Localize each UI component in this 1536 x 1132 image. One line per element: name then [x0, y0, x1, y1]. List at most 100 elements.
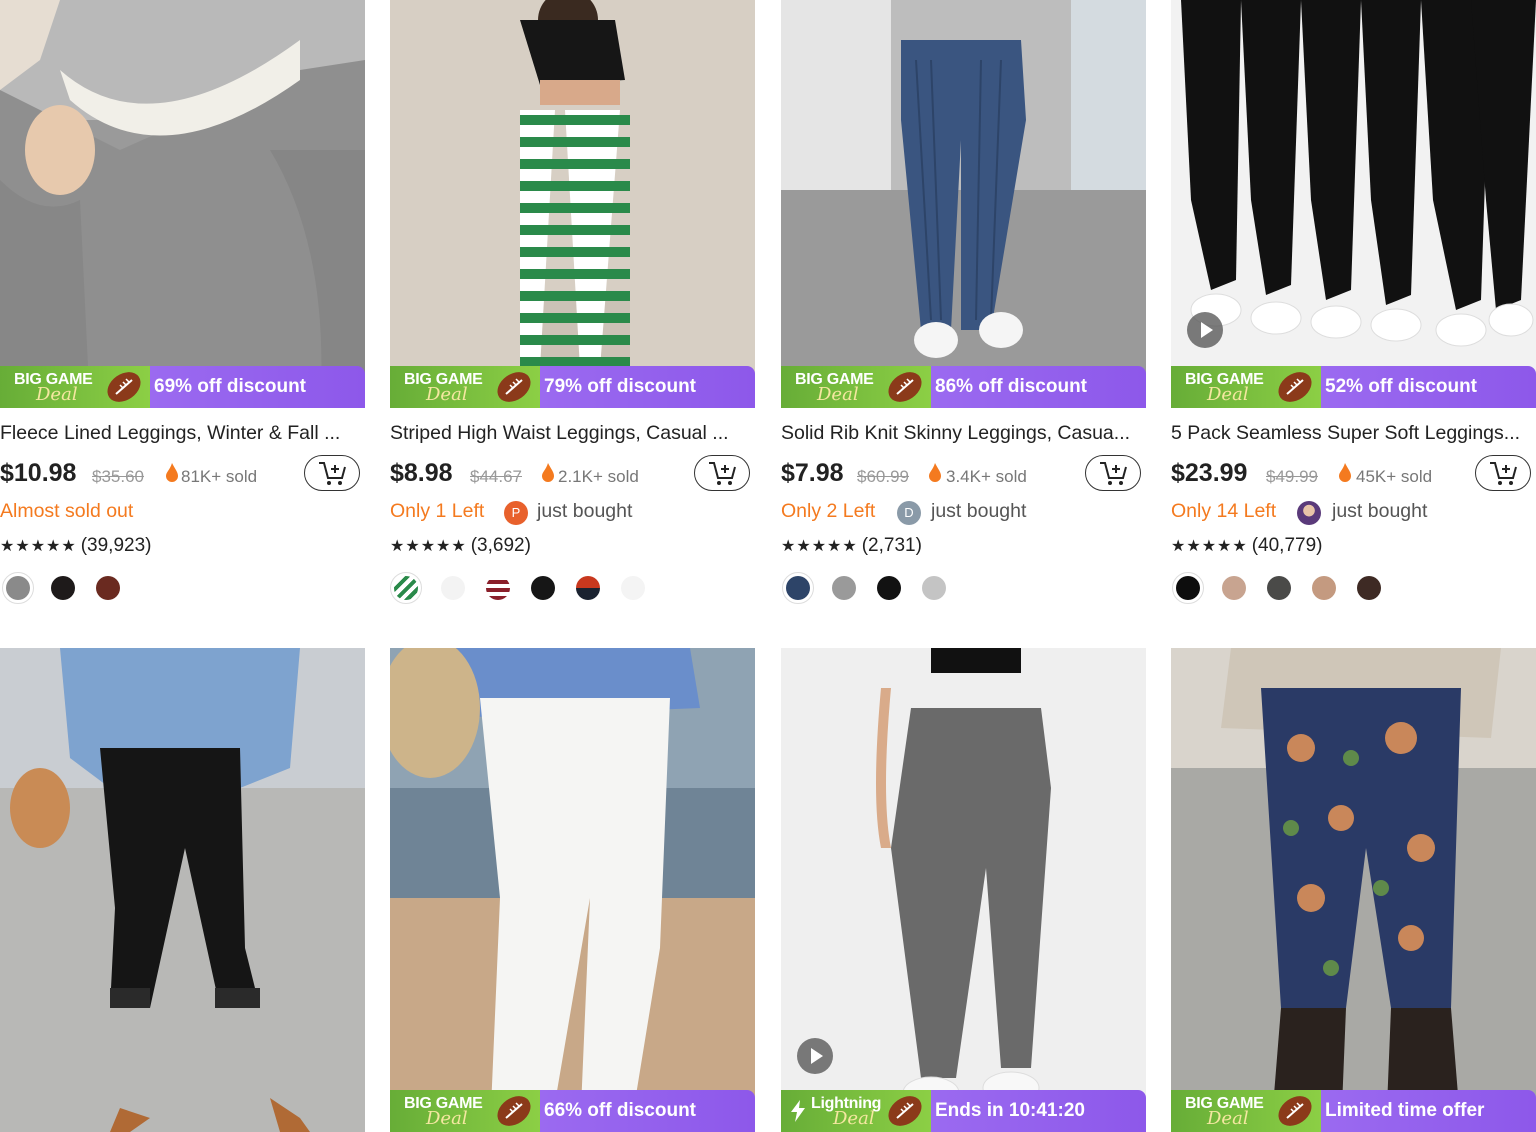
color-swatch[interactable] — [482, 572, 514, 604]
football-icon — [497, 1096, 531, 1126]
color-swatch[interactable] — [1218, 572, 1250, 604]
sold-count: 3.4K+ sold — [946, 467, 1027, 486]
badge-sublabel: Deal — [833, 1108, 875, 1129]
stock-status: Only 2 Left — [781, 500, 876, 522]
price: $8.98 — [390, 459, 453, 487]
product-image[interactable]: Lightning Deal Ends in 10:41:20 — [781, 648, 1146, 1132]
price-row: $23.99 $49.99 45K+ sold — [1171, 455, 1536, 495]
discount-text: Limited time offer — [1325, 1100, 1485, 1121]
product-title[interactable]: 5 Pack Seamless Super Soft Leggings... — [1171, 422, 1536, 445]
price-row: $10.98 $35.60 81K+ sold — [0, 455, 365, 495]
flame-icon — [166, 463, 178, 482]
color-swatch[interactable] — [617, 572, 649, 604]
star-icons: ★★★★★ — [0, 538, 77, 555]
football-icon — [888, 372, 922, 402]
color-swatch[interactable] — [1263, 572, 1295, 604]
badge-sublabel: Deal — [426, 1108, 468, 1129]
color-swatch[interactable] — [47, 572, 79, 604]
cart-plus-icon — [1100, 462, 1127, 485]
product-title[interactable]: Solid Rib Knit Skinny Leggings, Casua... — [781, 422, 1146, 445]
product-image[interactable]: BIG GAME Deal 86% off discount — [781, 0, 1146, 408]
product-image[interactable] — [0, 648, 365, 1132]
product-image[interactable]: BIG GAME Deal 52% off discount — [1171, 0, 1536, 408]
color-swatch[interactable] — [1353, 572, 1385, 604]
color-swatch[interactable] — [1172, 572, 1204, 604]
product-photo — [1171, 0, 1536, 408]
original-price: $44.67 — [470, 467, 522, 486]
color-swatch[interactable] — [828, 572, 860, 604]
football-icon — [888, 1096, 922, 1126]
badge-sublabel: Deal — [1207, 384, 1249, 405]
sold-count: 81K+ sold — [181, 467, 258, 486]
product-image[interactable]: BIG GAME Deal 69% off discount — [0, 0, 365, 408]
football-icon — [497, 372, 531, 402]
discount-text: 69% off discount — [154, 376, 307, 397]
big-game-badge: BIG GAME Deal — [390, 1090, 540, 1132]
price: $23.99 — [1171, 459, 1248, 487]
add-to-cart-button[interactable] — [1475, 455, 1531, 491]
price-row: $8.98 $44.67 2.1K+ sold — [390, 455, 755, 495]
product-photo — [390, 648, 755, 1132]
star-icons: ★★★★★ — [781, 538, 858, 555]
sold-count: 2.1K+ sold — [558, 467, 639, 486]
color-swatch[interactable] — [873, 572, 905, 604]
countdown-text: Ends in 10:41:20 — [935, 1100, 1085, 1121]
flame-icon — [542, 463, 554, 482]
stock-status: Only 1 Left — [390, 500, 485, 522]
play-video-icon[interactable] — [797, 1038, 833, 1074]
buyer-avatar: P — [504, 501, 528, 525]
badge-sublabel: Deal — [817, 384, 859, 405]
big-game-badge: BIG GAME Deal — [781, 366, 931, 408]
add-to-cart-button[interactable] — [1085, 455, 1141, 491]
promo-banner: Lightning Deal Ends in 10:41:20 — [781, 1090, 1146, 1132]
review-count: (2,731) — [861, 535, 922, 556]
buyer-avatar — [1297, 501, 1321, 525]
color-swatch[interactable] — [92, 572, 124, 604]
color-swatch[interactable] — [527, 572, 559, 604]
color-swatch[interactable] — [572, 572, 604, 604]
color-swatch[interactable] — [1308, 572, 1340, 604]
big-game-badge: BIG GAME Deal — [1171, 366, 1321, 408]
lightning-icon — [791, 1100, 805, 1122]
badge-sublabel: Deal — [1207, 1108, 1249, 1129]
add-to-cart-button[interactable] — [304, 455, 360, 491]
product-title[interactable]: Fleece Lined Leggings, Winter & Fall ... — [0, 422, 365, 445]
football-icon — [1278, 372, 1312, 402]
discount-text: 86% off discount — [935, 376, 1088, 397]
discount-text: 52% off discount — [1325, 376, 1478, 397]
product-image[interactable]: BIG GAME Deal 79% off discount — [390, 0, 755, 408]
product-image[interactable]: BIG GAME Deal Limited time offer — [1171, 648, 1536, 1132]
product-photo — [781, 0, 1146, 408]
star-icons: ★★★★★ — [390, 538, 467, 555]
color-swatch[interactable] — [437, 572, 469, 604]
football-icon — [107, 372, 141, 402]
product-image[interactable]: BIG GAME Deal 66% off discount — [390, 648, 755, 1132]
original-price: $60.99 — [857, 467, 909, 486]
buyer-avatar: D — [897, 501, 921, 525]
promo-banner: BIG GAME Deal Limited time offer — [1171, 1090, 1536, 1132]
promo-banner: BIG GAME Deal 66% off discount — [390, 1090, 755, 1132]
original-price: $35.60 — [92, 467, 144, 486]
big-game-badge: BIG GAME Deal — [390, 366, 540, 408]
promo-banner: BIG GAME Deal 79% off discount — [390, 366, 755, 408]
review-count: (39,923) — [80, 535, 152, 556]
product-photo — [1171, 648, 1536, 1132]
color-swatch[interactable] — [390, 572, 422, 604]
cart-plus-icon — [319, 462, 346, 485]
stock-status: Only 14 Left — [1171, 500, 1277, 522]
play-video-icon[interactable] — [1187, 312, 1223, 348]
rating: ★★★★★ (3,692) — [390, 535, 531, 557]
discount-text: 79% off discount — [544, 376, 697, 397]
color-swatch[interactable] — [2, 572, 34, 604]
rating: ★★★★★ (40,779) — [1171, 535, 1323, 557]
color-swatch[interactable] — [918, 572, 950, 604]
product-title[interactable]: Striped High Waist Leggings, Casual ... — [390, 422, 755, 445]
original-price: $49.99 — [1266, 467, 1318, 486]
badge-sublabel: Deal — [426, 384, 468, 405]
add-to-cart-button[interactable] — [694, 455, 750, 491]
star-icons: ★★★★★ — [1171, 538, 1248, 555]
price: $7.98 — [781, 459, 844, 487]
big-game-badge: BIG GAME Deal — [0, 366, 150, 408]
just-bought-text: just bought — [1332, 500, 1428, 522]
color-swatch[interactable] — [782, 572, 814, 604]
